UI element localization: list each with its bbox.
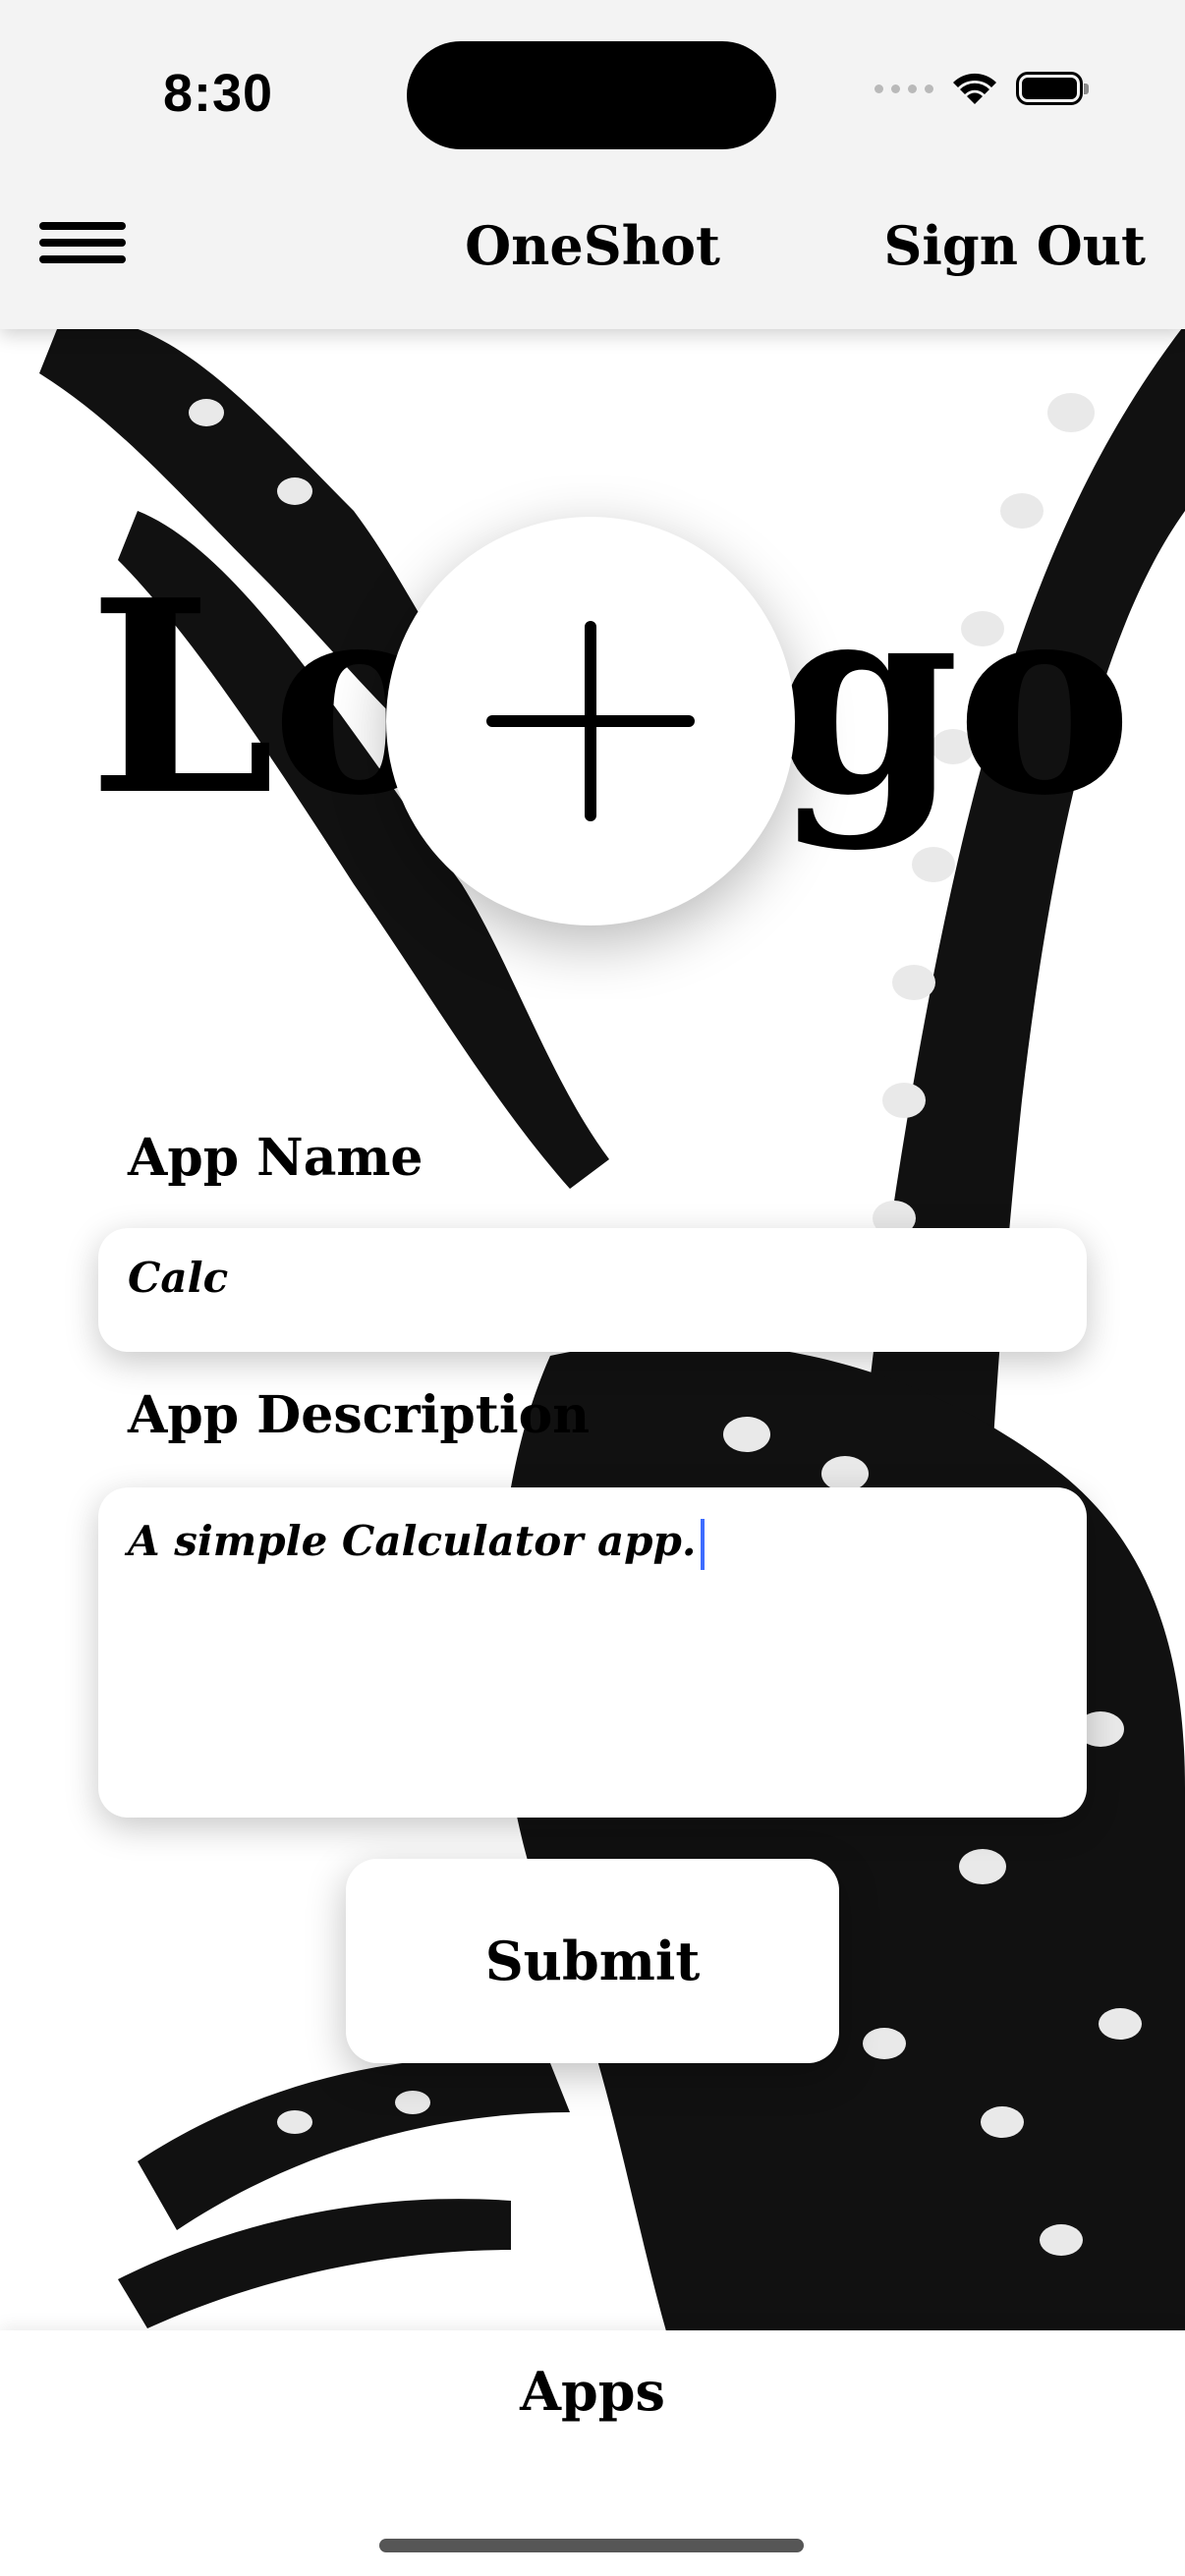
app-name-label: App Name: [128, 1128, 423, 1188]
submit-button[interactable]: Submit: [346, 1859, 839, 2063]
app-name-input[interactable]: Calc: [98, 1228, 1087, 1352]
dynamic-island: [407, 41, 776, 149]
app-description-value: A simple Calculator app.: [128, 1517, 697, 1565]
tab-apps[interactable]: Apps: [0, 2360, 1185, 2423]
app-description-textarea[interactable]: A simple Calculator app.: [98, 1487, 1087, 1818]
logo-placeholder-right: go: [774, 541, 1133, 854]
app-description-label: App Description: [128, 1385, 591, 1445]
wifi-icon: [953, 73, 996, 104]
home-indicator[interactable]: [379, 2539, 804, 2552]
status-icons: [875, 71, 1089, 106]
app-name-value: Calc: [128, 1254, 229, 1302]
add-logo-button[interactable]: [386, 517, 795, 925]
cellular-signal-icon: [875, 84, 933, 93]
plus-icon: [486, 621, 695, 821]
top-bar: 8:30 OneShot Sign Out: [0, 0, 1185, 329]
sign-out-button[interactable]: Sign Out: [883, 214, 1146, 277]
status-time: 8:30: [163, 64, 274, 123]
text-caret: [700, 1519, 705, 1570]
battery-icon: [1016, 72, 1089, 105]
